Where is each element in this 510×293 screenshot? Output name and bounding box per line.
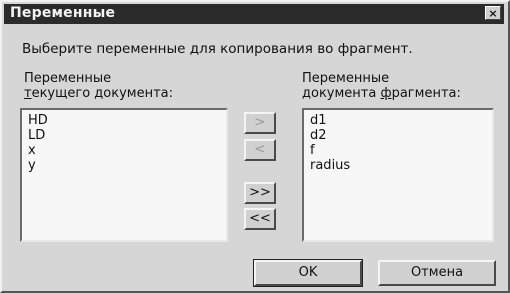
fragment-document-label-pre: документа (302, 86, 381, 101)
cancel-button[interactable]: Отмена (378, 260, 496, 286)
fragment-document-label-line1: Переменные (302, 71, 390, 86)
instruction-text: Выберите переменные для копирования во ф… (22, 41, 413, 57)
move-all-left-button[interactable]: << (244, 208, 276, 230)
variables-dialog: Переменные × Выберите переменные для коп… (0, 0, 510, 293)
fragment-document-mnemonic: ф (380, 86, 392, 101)
current-document-label-line1: Переменные (24, 71, 112, 86)
move-all-right-button[interactable]: >> (244, 182, 276, 204)
move-left-button[interactable]: < (244, 139, 276, 161)
fragment-document-label-line2: документа фрагмента: (302, 86, 461, 101)
close-button[interactable]: × (485, 6, 501, 20)
list-item[interactable]: x (28, 143, 220, 158)
current-document-label: Переменные текущего документа: (24, 71, 173, 101)
current-document-label-rest: екущего документа: (31, 86, 173, 101)
close-icon: × (488, 7, 498, 20)
title-bar[interactable]: Переменные × (4, 4, 504, 24)
list-item[interactable]: d2 (310, 128, 486, 143)
list-item[interactable]: d1 (310, 113, 486, 128)
current-document-variables-list[interactable]: HD LD x y (20, 108, 228, 242)
list-item[interactable]: f (310, 143, 486, 158)
ok-button[interactable]: OK (253, 259, 363, 287)
list-item[interactable]: radius (310, 158, 486, 173)
list-item[interactable]: HD (28, 113, 220, 128)
list-item[interactable]: LD (28, 128, 220, 143)
fragment-document-variables-list[interactable]: d1 d2 f radius (302, 108, 494, 242)
current-document-mnemonic: т (24, 86, 32, 101)
current-document-label-line2: текущего документа: (24, 86, 173, 101)
fragment-document-label: Переменные документа фрагмента: (302, 71, 461, 101)
list-item[interactable]: y (28, 158, 220, 173)
fragment-document-label-post: рагмента: (391, 86, 461, 101)
dialog-title: Переменные (10, 5, 116, 21)
move-right-button[interactable]: > (244, 112, 276, 134)
